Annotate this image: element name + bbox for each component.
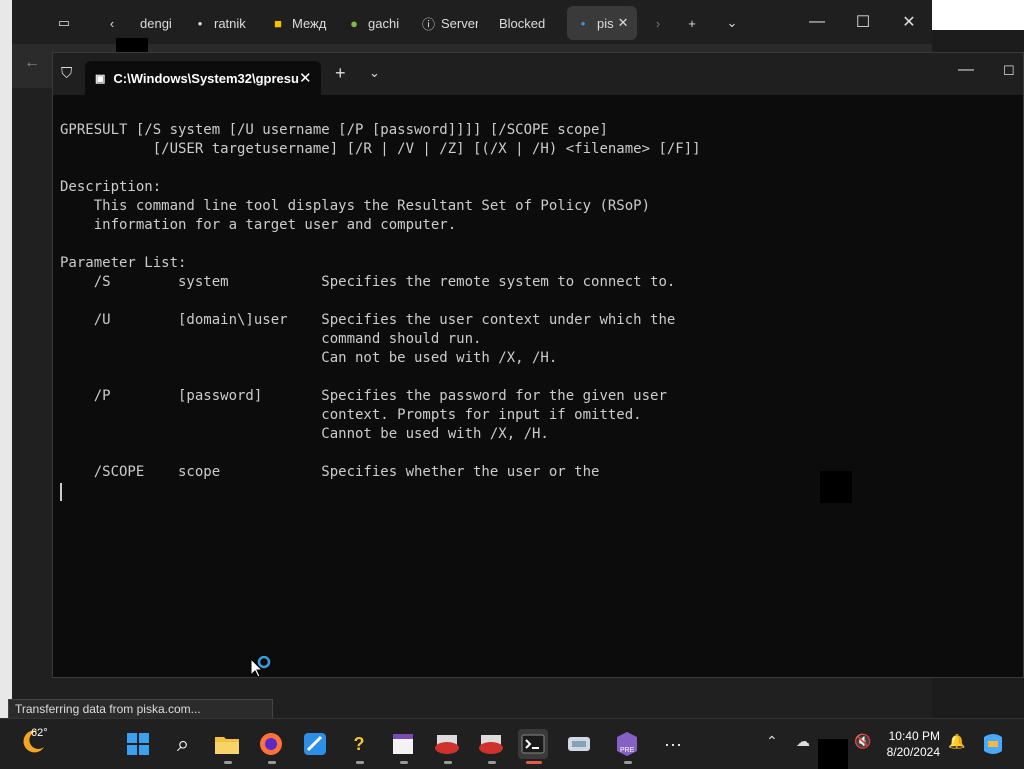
terminal-titlebar: ⛉ ▣ C:\Windows\System32\gpresu ✕ + ⌄ — ☐ bbox=[53, 53, 1023, 95]
terminal-line: /U [domain\]user Specifies the user cont… bbox=[93, 312, 676, 328]
browser-tab-label: Server bbox=[441, 15, 478, 31]
mouse-pointer bbox=[250, 655, 276, 687]
dot-icon: • bbox=[197, 15, 203, 31]
loading-dot-icon: • bbox=[580, 15, 586, 31]
browser-tab-5[interactable]: ⓘ Server bbox=[422, 6, 478, 40]
terminal-line: Can not be used with /X, /H. bbox=[321, 350, 558, 366]
car-app-icon[interactable] bbox=[432, 729, 462, 759]
browser-tab-active[interactable]: • pis ✕ bbox=[567, 6, 637, 40]
browser-status-bar: Transferring data from piska.com... bbox=[8, 699, 273, 719]
status-text: Transferring data from piska.com... bbox=[15, 702, 201, 716]
browser-tab-1[interactable]: dengi bbox=[140, 6, 174, 40]
tab-overview-icon[interactable]: ▭ bbox=[56, 6, 78, 40]
terminal-line: command should run. bbox=[321, 331, 482, 347]
clock-time: 10:40 PM bbox=[888, 729, 940, 743]
frog-icon: ● bbox=[350, 15, 358, 31]
clock[interactable]: 10:40 PM 8/20/2024 bbox=[880, 728, 940, 760]
notepad-icon[interactable] bbox=[388, 729, 418, 759]
terminal-window: ⛉ ▣ C:\Windows\System32\gpresu ✕ + ⌄ — ☐… bbox=[52, 52, 1024, 678]
visual-studio-icon[interactable]: PRE bbox=[612, 729, 642, 759]
redaction-block bbox=[818, 739, 848, 769]
back-arrow-icon[interactable]: ← bbox=[24, 54, 40, 72]
paint-icon[interactable] bbox=[300, 729, 330, 759]
info-icon: ⓘ bbox=[422, 16, 436, 32]
remote-icon[interactable] bbox=[564, 729, 594, 759]
browser-tab-6[interactable]: Blocked bbox=[499, 6, 559, 40]
help-icon[interactable]: ? bbox=[344, 729, 374, 759]
copilot-icon[interactable] bbox=[978, 729, 1008, 759]
terminal-tab[interactable]: ▣ C:\Windows\System32\gpresu ✕ bbox=[85, 61, 321, 95]
tab-list-chevron-icon[interactable]: ⌄ bbox=[724, 6, 746, 40]
minimize-button[interactable]: — bbox=[958, 61, 974, 79]
new-tab-button[interactable]: + bbox=[684, 6, 706, 40]
browser-tab-label: gachi bbox=[368, 15, 400, 31]
browser-tab-label: Межд bbox=[292, 15, 327, 31]
weather-temperature: 62° bbox=[31, 727, 48, 739]
terminal-line: /SCOPE scope Specifies whether the user … bbox=[93, 464, 600, 480]
svg-text:PRE: PRE bbox=[620, 747, 635, 754]
notification-bell-icon[interactable]: 🔔 bbox=[948, 733, 965, 750]
terminal-line: Parameter List: bbox=[60, 255, 187, 271]
taskbar: 62° ⌕ ? PRE ··· ⌃ ☁ ▭ 🔇 10:40 PM 8/20/2 bbox=[0, 718, 1024, 769]
file-explorer-icon[interactable] bbox=[212, 729, 242, 759]
start-icon[interactable] bbox=[123, 729, 153, 759]
terminal-line: [/USER targetusername] [/R | /V | /Z] [(… bbox=[152, 141, 701, 157]
cmd-icon: ▣ bbox=[95, 72, 106, 85]
terminal-output[interactable]: GPRESULT [/S system [/U username [/P [pa… bbox=[60, 121, 701, 482]
terminal-tab-title: C:\Windows\System32\gpresu bbox=[113, 70, 299, 86]
browser-tab-2[interactable]: • ratnik bbox=[192, 6, 252, 40]
car-app-icon-2[interactable] bbox=[476, 729, 506, 759]
browser-tab-label: ratnik bbox=[214, 15, 246, 31]
terminal-line: /S system Specifies the remote system to… bbox=[93, 274, 676, 290]
tab-scroll-right[interactable]: › bbox=[650, 6, 672, 40]
terminal-line: information for a target user and comput… bbox=[93, 217, 457, 233]
search-icon[interactable]: ⌕ bbox=[168, 729, 198, 759]
browser-tab-3[interactable]: ■ Межд bbox=[270, 6, 328, 40]
volume-mute-icon[interactable]: 🔇 bbox=[854, 733, 871, 750]
new-tab-button[interactable]: + bbox=[335, 63, 346, 84]
browser-tab-label: dengi bbox=[140, 15, 172, 31]
clock-date: 8/20/2024 bbox=[886, 745, 940, 759]
close-icon[interactable]: ✕ bbox=[299, 69, 312, 87]
terminal-line: Cannot be used with /X, /H. bbox=[321, 426, 549, 442]
more-icon[interactable]: ··· bbox=[658, 729, 688, 759]
terminal-line: context. Prompts for input if omitted. bbox=[321, 407, 642, 423]
maximize-button[interactable]: ☐ bbox=[840, 0, 886, 44]
close-window-button[interactable]: ✕ bbox=[886, 0, 932, 44]
shield-icon: ⛉ bbox=[61, 65, 73, 82]
text-cursor bbox=[60, 483, 62, 501]
maximize-button[interactable]: ☐ bbox=[1003, 63, 1015, 79]
minimize-button[interactable]: — bbox=[794, 0, 840, 44]
chevron-up-icon[interactable]: ⌃ bbox=[766, 733, 778, 750]
terminal-line: This command line tool displays the Resu… bbox=[93, 198, 651, 214]
firefox-icon[interactable] bbox=[256, 729, 286, 759]
chevron-down-icon[interactable]: ⌄ bbox=[369, 65, 380, 81]
terminal-line: /P [password] Specifies the password for… bbox=[93, 388, 667, 404]
terminal-line: GPRESULT [/S system [/U username [/P [pa… bbox=[60, 122, 608, 138]
onedrive-icon[interactable]: ☁ bbox=[796, 733, 810, 750]
tab-scroll-left[interactable]: ‹ bbox=[104, 6, 126, 40]
left-window-edge bbox=[0, 0, 12, 718]
close-icon[interactable]: ✕ bbox=[618, 15, 629, 31]
terminal-icon[interactable] bbox=[518, 729, 548, 759]
browser-tab-label: pis bbox=[597, 15, 614, 31]
terminal-line: Description: bbox=[60, 179, 162, 195]
browser-tab-label: Blocked bbox=[499, 15, 546, 31]
redaction-block bbox=[820, 471, 852, 503]
yellow-app-icon: ■ bbox=[274, 15, 282, 31]
browser-tab-4[interactable]: ● gachi bbox=[346, 6, 402, 40]
